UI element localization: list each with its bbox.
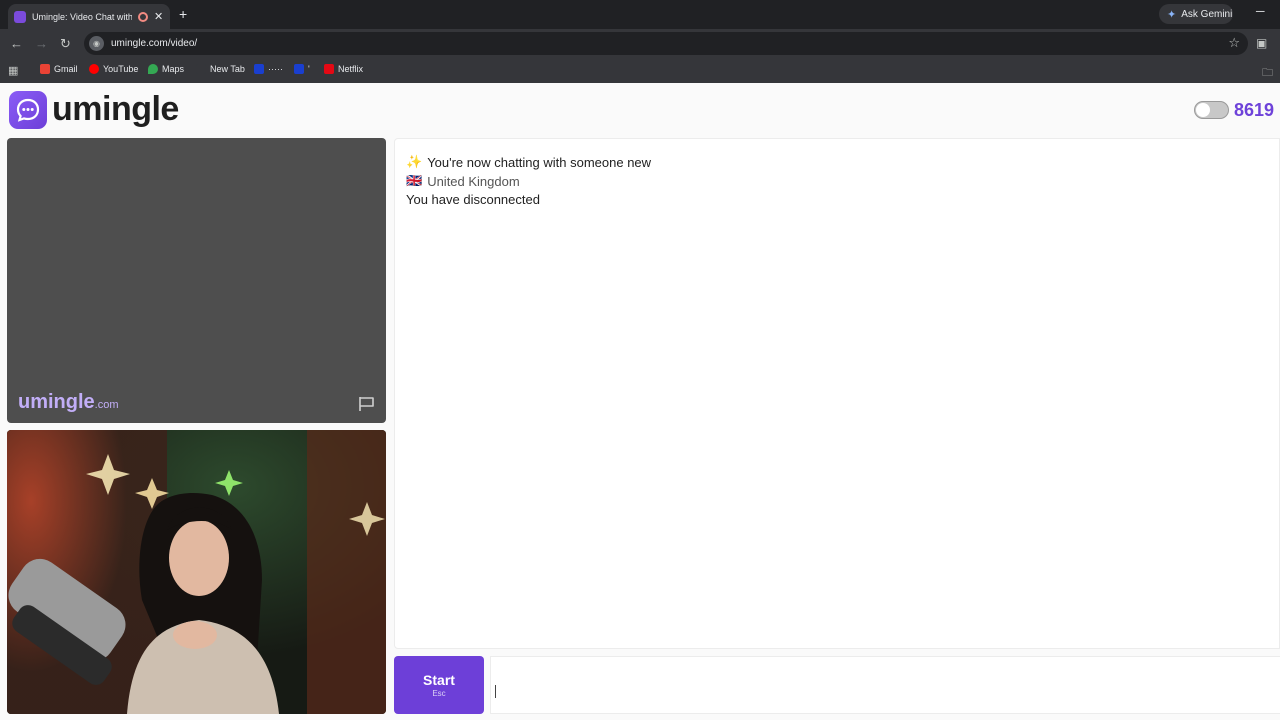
chat-log: ✨ You're now chatting with someone new 🇬… — [394, 138, 1280, 649]
minimize-window-icon[interactable]: ─ — [1256, 4, 1265, 18]
m-site-icon — [254, 64, 264, 74]
bookmark-new-tab[interactable]: New Tab — [196, 64, 245, 74]
start-button[interactable]: Start Esc — [394, 656, 484, 714]
address-bar[interactable]: ◉ umingle.com/video/ ☆ — [84, 32, 1248, 55]
gmail-icon — [40, 64, 50, 74]
report-flag-icon[interactable] — [358, 396, 376, 412]
site-logo[interactable]: umingle — [9, 90, 179, 129]
bookmark-star-icon[interactable]: ☆ — [1228, 35, 1240, 51]
ask-gemini-label: Ask Gemini — [1181, 8, 1233, 20]
chat-message-country: 🇬🇧 United Kingdom — [406, 173, 520, 189]
umingle-favicon-icon — [14, 10, 26, 23]
bookmarks-bar: ▦ Gmail YouTube Maps New Tab ····· ' Net… — [0, 58, 1280, 83]
logo-wordmark: umingle — [52, 90, 179, 128]
sparkles-icon: ✨ — [406, 154, 423, 169]
chat-message-new-stranger: ✨ You're now chatting with someone new — [406, 154, 652, 170]
bookmark-netflix[interactable]: Netflix — [324, 64, 363, 74]
video-watermark: umingle.com — [18, 391, 119, 413]
apps-grid-icon[interactable]: ▦ — [8, 64, 18, 77]
chat-message-input[interactable] — [490, 656, 1280, 714]
reload-icon[interactable]: ↻ — [60, 36, 71, 52]
new-tab-page-icon — [196, 64, 206, 74]
url-text: umingle.com/video/ — [111, 38, 198, 49]
stranger-video: umingle.com — [7, 138, 386, 423]
forward-icon[interactable]: → — [35, 36, 48, 51]
bookmark-folder-icon[interactable]: 🗀 — [1262, 64, 1273, 83]
umingle-page: umingle 8619 umingle.com ✨ You're now ch… — [0, 83, 1280, 720]
youtube-icon — [89, 64, 99, 74]
uk-flag-icon: 🇬🇧 — [406, 173, 423, 188]
browser-tab-bar: Umingle: Video Chat with S ✕ + ✦ Ask Gem… — [0, 0, 1280, 29]
tab-title: Umingle: Video Chat with S — [32, 11, 132, 22]
m-site-icon — [294, 64, 304, 74]
browser-toolbar: ← → ↻ ◉ umingle.com/video/ ☆ ▣ — [0, 29, 1280, 58]
maps-icon — [148, 64, 158, 74]
netflix-icon — [324, 64, 334, 74]
close-tab-icon[interactable]: ✕ — [154, 10, 163, 23]
site-info-icon[interactable]: ◉ — [89, 36, 104, 51]
back-icon[interactable]: ← — [10, 36, 23, 51]
text-cursor — [495, 685, 496, 698]
browser-tab[interactable]: Umingle: Video Chat with S ✕ — [8, 4, 170, 29]
ask-gemini-button[interactable]: ✦ Ask Gemini — [1159, 4, 1233, 24]
bookmark-youtube[interactable]: YouTube — [89, 64, 138, 74]
online-user-count: 8619 — [1234, 100, 1275, 120]
bookmark-m-2[interactable]: ' — [294, 64, 310, 74]
recording-indicator-icon — [138, 11, 148, 22]
start-shortcut-hint: Esc — [432, 689, 446, 698]
bookmark-maps[interactable]: Maps — [148, 64, 184, 74]
start-label: Start — [423, 672, 455, 688]
chat-message-disconnected: You have disconnected — [406, 192, 540, 207]
new-tab-button[interactable]: + — [179, 6, 187, 22]
self-video — [7, 430, 386, 714]
side-panel-icon[interactable]: ▣ — [1256, 36, 1267, 50]
bookmark-gmail[interactable]: Gmail — [40, 64, 78, 74]
dark-mode-toggle[interactable] — [1194, 101, 1229, 119]
toggle-knob — [1196, 103, 1210, 117]
chat-bubble-logo-icon — [9, 90, 47, 129]
gemini-sparkle-icon: ✦ — [1167, 8, 1177, 21]
bookmark-m-1[interactable]: ····· — [254, 64, 283, 74]
